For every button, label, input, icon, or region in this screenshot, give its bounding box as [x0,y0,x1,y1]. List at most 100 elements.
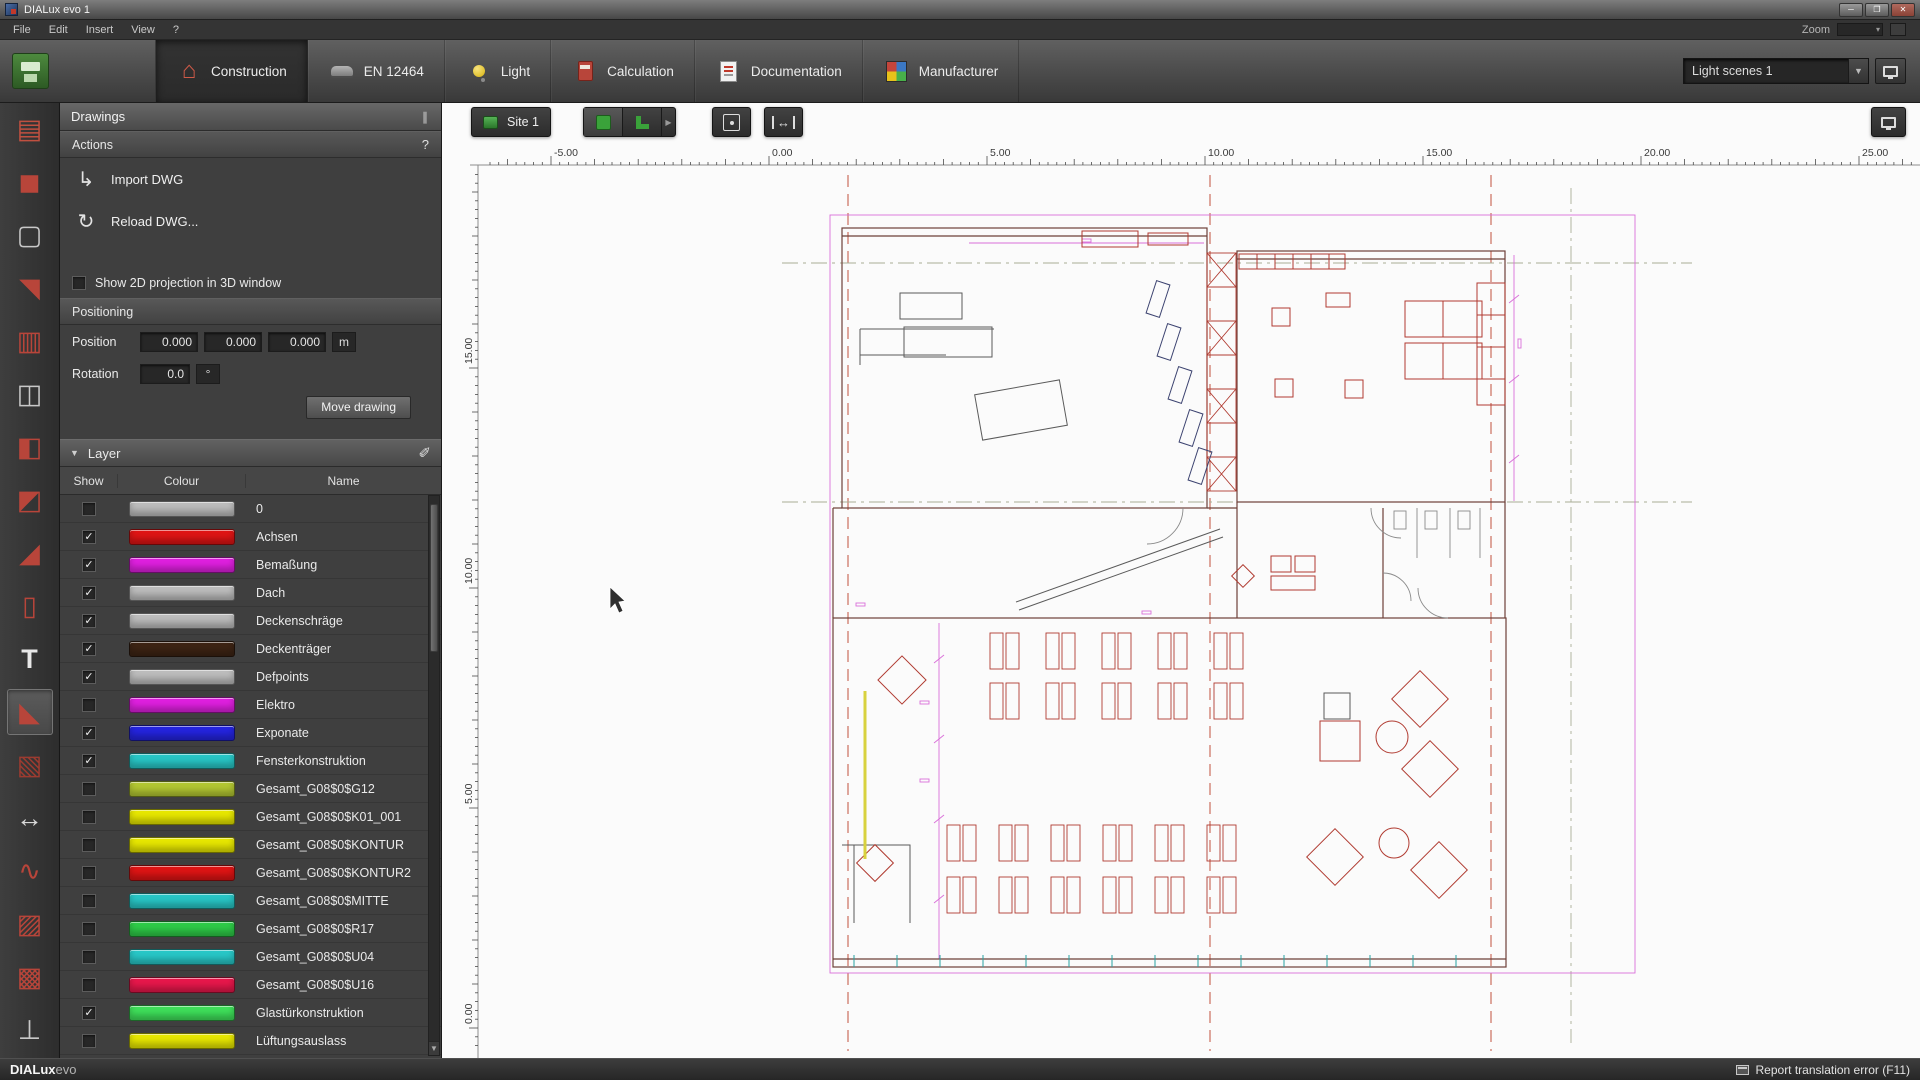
layer-row[interactable]: Gesamt_G08$0$K01_001 [60,803,441,831]
fit-width-button[interactable]: ↔ [764,107,803,137]
tab-construction[interactable]: Construction [155,40,308,102]
layer-scrollbar[interactable]: ▼ [428,495,440,1056]
menu-item-file[interactable]: File [4,24,40,36]
layer-row[interactable]: Elektro [60,691,441,719]
tab-manufacturer[interactable]: Manufacturer [862,40,1020,102]
drawing-viewport[interactable]: -5.00 0.00 5.00 10.00 15.00 20.00 25.00 15.001… [442,103,1920,1058]
rotation-field[interactable] [140,364,190,384]
layer-colour-swatch[interactable] [129,1004,235,1021]
layer-colour-swatch[interactable] [129,584,235,601]
layer-visibility-checkbox[interactable]: ✓ [82,585,96,600]
layer-row[interactable]: ✓ Exponate [60,719,441,747]
dimension-tool[interactable]: ↔ [7,795,53,841]
layer-colour-swatch[interactable] [129,640,235,657]
layer-row[interactable]: ✓ Deckenträger [60,635,441,663]
scrollbar-thumb[interactable] [430,504,438,652]
building-tool[interactable]: ◼ [7,159,53,205]
room-tool[interactable]: ◫ [7,371,53,417]
fullscreen-view-button[interactable] [1871,107,1906,137]
position-x-field[interactable] [140,332,198,352]
layer-colour-swatch[interactable] [129,556,235,573]
layer-visibility-checkbox[interactable]: ✓ [82,613,96,628]
layer-colour-swatch[interactable] [129,528,235,545]
layer-visibility-checkbox[interactable] [82,837,96,852]
help-icon[interactable]: ? [422,137,429,152]
report-translation-link[interactable]: Report translation error (F11) [1756,1063,1911,1077]
layer-colour-swatch[interactable] [129,752,235,769]
layer-row[interactable]: Gesamt_G08$0$U16 [60,971,441,999]
layer-colour-swatch[interactable] [129,948,235,965]
projection-checkbox[interactable] [72,276,86,290]
layer-row[interactable]: ✓ Glastürkonstruktion [60,999,441,1027]
layer-visibility-checkbox[interactable] [82,865,96,880]
column-tool[interactable]: ▯ [7,583,53,629]
view-3d-button[interactable] [623,108,662,136]
menu-item-edit[interactable]: Edit [40,24,77,36]
tab-en-12464[interactable]: EN 12464 [307,40,445,102]
layer-colour-swatch[interactable] [129,836,235,853]
minimize-button[interactable]: ─ [1839,2,1863,17]
layer-row[interactable]: ✓ Dach [60,579,441,607]
layer-visibility-checkbox[interactable] [82,809,96,824]
layer-row[interactable]: 0 [60,495,441,523]
window-tool[interactable]: ▥ [7,318,53,364]
layer-colour-swatch[interactable] [129,864,235,881]
import-dwg-button[interactable]: ↳ Import DWG [60,158,441,200]
layer-visibility-checkbox[interactable]: ✓ [82,557,96,572]
layer-visibility-checkbox[interactable] [82,921,96,936]
polyline-tool[interactable]: ∿ [7,848,53,894]
pin-icon[interactable]: ✐ [418,444,431,462]
layer-row[interactable]: Lüftungsauslass [60,1027,441,1055]
chevron-down-icon[interactable]: ▼ [1848,59,1868,83]
reload-dwg-button[interactable]: ↻ Reload DWG... [60,200,441,242]
layer-visibility-checkbox[interactable]: ✓ [82,641,96,656]
layer-row[interactable]: ✓ Bemaßung [60,551,441,579]
position-y-field[interactable] [204,332,262,352]
layer-row[interactable]: Gesamt_G08$0$U04 [60,943,441,971]
drawing-tool[interactable]: ◣ [6,689,53,735]
materials-tool[interactable]: ▧ [7,742,53,788]
layer-colour-swatch[interactable] [129,696,235,713]
collapse-arrow-icon[interactable]: ▼ [70,448,79,458]
image-tool[interactable]: ▨ [7,901,53,947]
layer-visibility-checkbox[interactable] [82,697,96,712]
layer-visibility-checkbox[interactable]: ✓ [82,1005,96,1020]
layer-colour-swatch[interactable] [129,1032,235,1049]
save-button[interactable] [12,53,49,89]
zoom-to-fit-button[interactable] [712,107,751,137]
layer-row[interactable]: ✓ Deckenschräge [60,607,441,635]
layer-visibility-checkbox[interactable] [82,1033,96,1048]
panel-grip-icon[interactable]: ∥ [422,110,430,124]
move-drawing-button[interactable]: Move drawing [306,395,411,419]
tab-calculation[interactable]: Calculation [551,40,695,102]
layer-colour-swatch[interactable] [129,612,235,629]
layer-visibility-checkbox[interactable]: ✓ [82,669,96,684]
layer-visibility-checkbox[interactable]: ✓ [82,725,96,740]
storey-tool[interactable]: ▢ [7,212,53,258]
layer-colour-swatch[interactable] [129,808,235,825]
layer-visibility-checkbox[interactable] [82,977,96,992]
layer-visibility-checkbox[interactable]: ✓ [82,753,96,768]
view-2d-button[interactable] [584,108,623,136]
scrollbar-down-button[interactable]: ▼ [429,1041,439,1055]
tab-light[interactable]: Light [444,40,552,102]
layer-row[interactable]: ✓ Achsen [60,523,441,551]
menu-item-insert[interactable]: Insert [77,24,123,36]
layer-colour-swatch[interactable] [129,920,235,937]
layer-colour-swatch[interactable] [129,668,235,685]
layer-row[interactable]: ✓ Fensterkonstruktion [60,747,441,775]
menu-item-view[interactable]: View [122,24,164,36]
layer-visibility-checkbox[interactable] [82,893,96,908]
layer-visibility-checkbox[interactable] [82,949,96,964]
layer-section-header[interactable]: ▼ Layer ✐ [60,439,441,467]
display-options-button[interactable] [1875,58,1906,84]
layer-row[interactable]: ✓ Defpoints [60,663,441,691]
layer-row[interactable]: Gesamt_G08$0$KONTUR [60,831,441,859]
layer-colour-swatch[interactable] [129,724,235,741]
ceiling-tool[interactable]: ◩ [7,477,53,523]
text-tool[interactable]: T [7,636,53,682]
layer-row[interactable]: Gesamt_G08$0$MITTE [60,887,441,915]
menu-item-help[interactable]: ? [164,24,188,36]
layer-colour-swatch[interactable] [129,976,235,993]
layer-row[interactable]: Gesamt_G08$0$KONTUR2 [60,859,441,887]
